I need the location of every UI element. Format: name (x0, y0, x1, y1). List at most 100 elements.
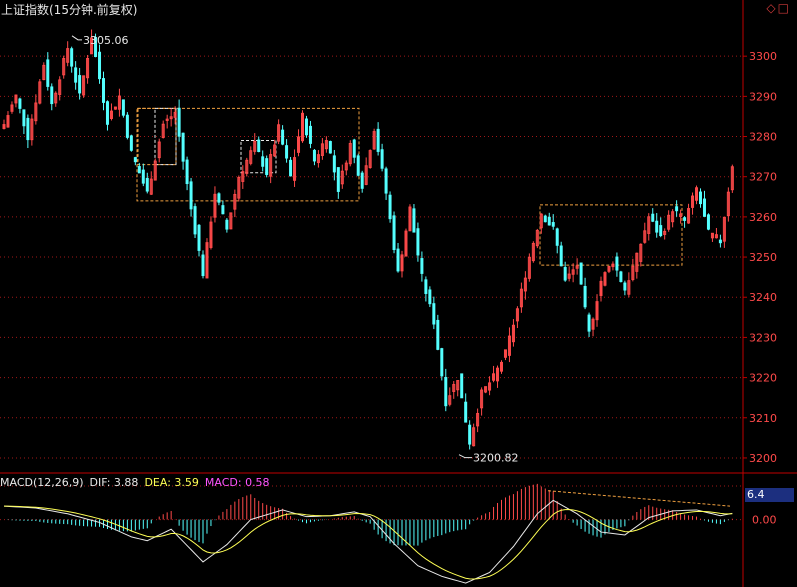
candle (420, 251, 424, 282)
candle (14, 94, 18, 108)
candle (464, 393, 468, 423)
macd-tick-label: 0.00 (752, 514, 777, 527)
price-tick-label: 3250 (749, 251, 777, 264)
candle (412, 204, 416, 233)
candle (328, 140, 332, 154)
candle-body (265, 158, 269, 175)
restore-icon[interactable]: ◇ (766, 1, 777, 15)
candle-body (133, 157, 137, 163)
candle (293, 149, 297, 187)
candle (102, 71, 105, 111)
candle-body (412, 208, 416, 233)
candle (2, 119, 6, 130)
candle-body (201, 254, 205, 277)
candle (304, 115, 308, 138)
candle (543, 214, 547, 223)
candle (54, 91, 58, 107)
candle (360, 170, 364, 193)
candle (352, 138, 356, 164)
candle-body (26, 117, 30, 141)
low-pointer (458, 454, 472, 459)
candle (511, 319, 515, 347)
candle (372, 128, 376, 150)
candle-body (46, 59, 50, 87)
candle-body (440, 348, 444, 377)
candle (718, 234, 722, 248)
candle-body (225, 219, 229, 230)
candle (687, 203, 691, 224)
candle (30, 114, 34, 146)
dif-line (3, 499, 733, 584)
candle (408, 204, 412, 232)
candle (141, 163, 145, 187)
price-tick-label: 3240 (749, 291, 777, 304)
candle (209, 216, 213, 250)
candle (623, 280, 627, 296)
candle (675, 200, 679, 217)
candle-body (543, 215, 547, 223)
candle-body (444, 377, 448, 407)
candle (575, 258, 579, 275)
candle (46, 52, 50, 91)
candle-body (615, 256, 619, 271)
candle-body (121, 99, 125, 116)
candle-body (145, 177, 149, 192)
candle (265, 155, 269, 178)
candle (503, 349, 507, 361)
candle-body (360, 172, 364, 189)
candle (105, 100, 109, 131)
candle (631, 258, 635, 282)
candle-body (683, 217, 687, 221)
candle (281, 125, 285, 146)
price-tick-label: 3270 (749, 171, 777, 184)
candle-body (396, 248, 400, 272)
consolidation-box (136, 107, 360, 202)
candle (153, 158, 157, 181)
candle (249, 146, 253, 166)
candle (320, 138, 324, 160)
candle (316, 150, 320, 168)
candle (133, 156, 137, 166)
candle (400, 250, 404, 278)
candle-body (619, 271, 623, 282)
candle (555, 227, 559, 254)
candle-body (718, 239, 722, 244)
candle (416, 222, 420, 262)
candle-body (659, 225, 663, 237)
candle-body (257, 139, 261, 153)
candle-body (380, 149, 384, 169)
candle (388, 191, 392, 223)
candle-body (559, 245, 563, 267)
candle (547, 212, 551, 226)
candle (683, 216, 687, 228)
candle-body (428, 289, 432, 305)
candle-body (102, 78, 105, 103)
candle (356, 153, 360, 177)
candle (432, 296, 436, 330)
high-label: 3305.06 (83, 34, 129, 47)
candle (233, 189, 237, 218)
candle (460, 373, 464, 399)
low-label: 3200.82 (473, 452, 519, 465)
candle (149, 171, 153, 195)
candle (523, 271, 527, 300)
candle (169, 108, 173, 127)
candle (699, 188, 702, 208)
macd-name: MACD(12,26,9) (0, 476, 84, 489)
candle-body (706, 214, 710, 230)
candle-body (356, 155, 360, 176)
price-tick-label: 3260 (749, 211, 777, 224)
candle-body (651, 213, 655, 222)
candle (691, 192, 695, 215)
maximize-icon[interactable]: □ (778, 1, 791, 15)
window-buttons[interactable]: ◇□ (766, 1, 791, 15)
macd-value-box: 6.4 (745, 488, 794, 502)
candle-body (261, 156, 265, 167)
candle (679, 209, 683, 224)
candle (384, 166, 388, 200)
candle-body (193, 206, 197, 235)
candlestick-series (2, 29, 734, 450)
price-axis: 3200 3210 3220 3230 3240 3250 3260 3270 3280 3290… (0, 0, 797, 587)
dea-line (3, 505, 733, 580)
candle (539, 213, 543, 234)
